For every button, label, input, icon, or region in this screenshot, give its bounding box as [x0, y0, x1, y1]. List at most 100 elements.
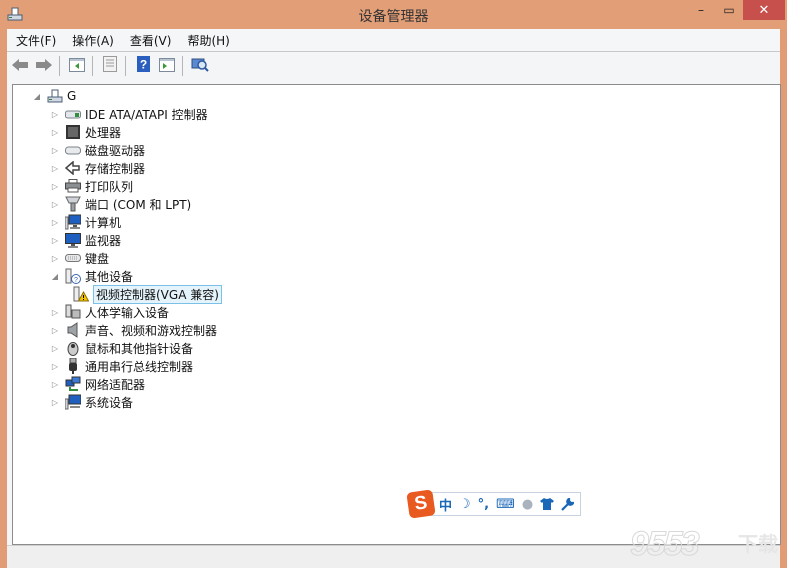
tree-node-hid[interactable]: ▷ 人体学输入设备	[49, 303, 169, 321]
minimize-icon: –	[698, 3, 704, 17]
expand-arrow-icon[interactable]: ▷	[49, 396, 61, 408]
tree-node-label: 键盘	[85, 251, 110, 266]
tree-node-disk[interactable]: ▷ 磁盘驱动器	[49, 141, 145, 159]
expand-arrow-icon[interactable]: ▷	[49, 306, 61, 318]
properties-icon	[103, 56, 117, 76]
help-button[interactable]: ?	[132, 55, 154, 77]
tree-node-other-devices[interactable]: ◢ ? 其他设备	[49, 267, 133, 285]
port-icon	[65, 196, 81, 212]
toolbar-separator	[182, 56, 183, 76]
storage-controller-icon	[65, 160, 81, 176]
tree-node-label: 视频控制器(VGA 兼容)	[93, 284, 222, 304]
tree-node-ide[interactable]: ▷ IDE ATA/ATAPI 控制器	[49, 105, 208, 123]
show-hide-console-tree-icon	[69, 57, 85, 76]
network-adapter-icon	[65, 376, 81, 392]
close-button[interactable]: ✕	[743, 0, 785, 20]
tree-node-label: 其他设备	[85, 269, 134, 284]
hid-icon	[65, 304, 81, 320]
tree-node-label: 计算机	[85, 215, 122, 230]
collapse-arrow-icon[interactable]: ◢	[31, 90, 43, 102]
mouse-icon	[65, 340, 81, 356]
expand-arrow-icon[interactable]: ▷	[49, 324, 61, 336]
tree-node-monitor[interactable]: ▷ 监视器	[49, 231, 121, 249]
tree-node-system[interactable]: ▷ 系统设备	[49, 393, 133, 411]
expand-arrow-icon[interactable]: ▷	[49, 126, 61, 138]
tree-root-label: G	[67, 89, 77, 103]
expand-arrow-icon[interactable]: ▷	[49, 162, 61, 174]
expand-arrow-icon[interactable]: ▷	[49, 108, 61, 120]
expand-arrow-icon[interactable]: ▷	[49, 180, 61, 192]
computer-root-icon	[47, 88, 63, 104]
collapse-arrow-icon[interactable]: ◢	[49, 270, 61, 282]
forward-button[interactable]	[33, 55, 55, 77]
speaker-icon	[65, 322, 81, 338]
expand-arrow-icon[interactable]: ▷	[49, 342, 61, 354]
toolbar-separator	[92, 56, 93, 76]
tree-node-usb[interactable]: ▷ 通用串行总线控制器	[49, 357, 193, 375]
menu-bar: 文件(F) 操作(A) 查看(V) 帮助(H)	[7, 29, 780, 51]
expand-arrow-icon[interactable]: ▷	[49, 252, 61, 264]
tree-node-label: 声音、视频和游戏控制器	[85, 323, 218, 338]
svg-text:?: ?	[139, 58, 146, 72]
expand-arrow-icon[interactable]: ▷	[49, 378, 61, 390]
menu-action[interactable]: 操作(A)	[64, 32, 122, 49]
monitor-icon	[65, 232, 81, 248]
tree-root-node[interactable]: ◢ G	[31, 87, 76, 105]
chinese-mode-icon[interactable]: 中	[439, 495, 452, 514]
window-frame: 文件(F) 操作(A) 查看(V) 帮助(H) ? ◢ G ▷ IDE ATA/…	[7, 29, 781, 568]
show-hide-action-pane-button[interactable]	[156, 55, 178, 77]
minimize-button[interactable]: –	[687, 0, 715, 20]
tree-node-mouse[interactable]: ▷ 鼠标和其他指针设备	[49, 339, 193, 357]
help-icon: ?	[136, 56, 150, 76]
watermark-logo: 9553	[630, 525, 701, 564]
show-hide-action-pane-icon	[159, 57, 175, 76]
expand-arrow-icon[interactable]: ▷	[49, 234, 61, 246]
tree-node-ports[interactable]: ▷ 端口 (COM 和 LPT)	[49, 195, 191, 213]
expand-arrow-icon[interactable]: ▷	[49, 360, 61, 372]
maximize-button[interactable]: ▭	[715, 0, 743, 20]
menu-help[interactable]: 帮助(H)	[179, 32, 237, 49]
tree-node-label: 处理器	[85, 125, 122, 140]
tree-node-storage[interactable]: ▷ 存储控制器	[49, 159, 145, 177]
scan-hardware-changes-button[interactable]	[189, 55, 211, 77]
tree-node-label: 端口 (COM 和 LPT)	[85, 197, 192, 212]
moon-halfwidth-icon[interactable]: ☽	[459, 497, 471, 512]
tree-node-label: IDE ATA/ATAPI 控制器	[85, 107, 208, 122]
tree-node-keyboard[interactable]: ▷ 键盘	[49, 249, 109, 267]
expand-arrow-icon[interactable]: ▷	[49, 198, 61, 210]
forward-arrow-icon	[35, 57, 53, 76]
menu-file[interactable]: 文件(F)	[7, 32, 64, 49]
ide-controller-icon	[65, 106, 81, 122]
tree-node-label: 监视器	[85, 233, 122, 248]
processor-icon	[65, 124, 81, 140]
window-title: 设备管理器	[358, 9, 429, 25]
maximize-icon: ▭	[723, 3, 735, 17]
punctuation-icon[interactable]: °,	[478, 497, 489, 512]
back-button[interactable]	[9, 55, 31, 77]
close-icon: ✕	[758, 2, 770, 18]
disk-drive-icon	[65, 142, 81, 158]
properties-button[interactable]	[99, 55, 121, 77]
tree-node-label: 通用串行总线控制器	[85, 359, 194, 374]
unknown-device-icon: ?	[65, 268, 81, 284]
usb-icon	[65, 358, 81, 374]
user-icon[interactable]: ●	[522, 497, 533, 512]
ime-panel: 中 ☽ °, ⌨ ●	[430, 492, 582, 516]
skin-shirt-icon[interactable]	[540, 498, 555, 510]
settings-wrench-icon[interactable]	[561, 497, 575, 511]
soft-keyboard-icon[interactable]: ⌨	[496, 497, 515, 512]
tree-node-sound[interactable]: ▷ 声音、视频和游戏控制器	[49, 321, 217, 339]
expand-arrow-icon[interactable]: ▷	[49, 216, 61, 228]
tree-node-network[interactable]: ▷ 网络适配器	[49, 375, 145, 393]
computer-icon	[65, 214, 81, 230]
tree-node-label: 打印队列	[85, 179, 134, 194]
tree-node-processor[interactable]: ▷ 处理器	[49, 123, 121, 141]
menu-view[interactable]: 查看(V)	[122, 32, 180, 49]
expand-arrow-icon[interactable]: ▷	[49, 144, 61, 156]
show-hide-console-tree-button[interactable]	[66, 55, 88, 77]
sogou-logo-icon[interactable]: S	[406, 489, 436, 519]
tree-node-vga-controller[interactable]: 视频控制器(VGA 兼容)	[69, 284, 222, 304]
tree-node-computer[interactable]: ▷ 计算机	[49, 213, 121, 231]
tree-node-printer[interactable]: ▷ 打印队列	[49, 177, 133, 195]
toolbar: ?	[7, 51, 780, 80]
